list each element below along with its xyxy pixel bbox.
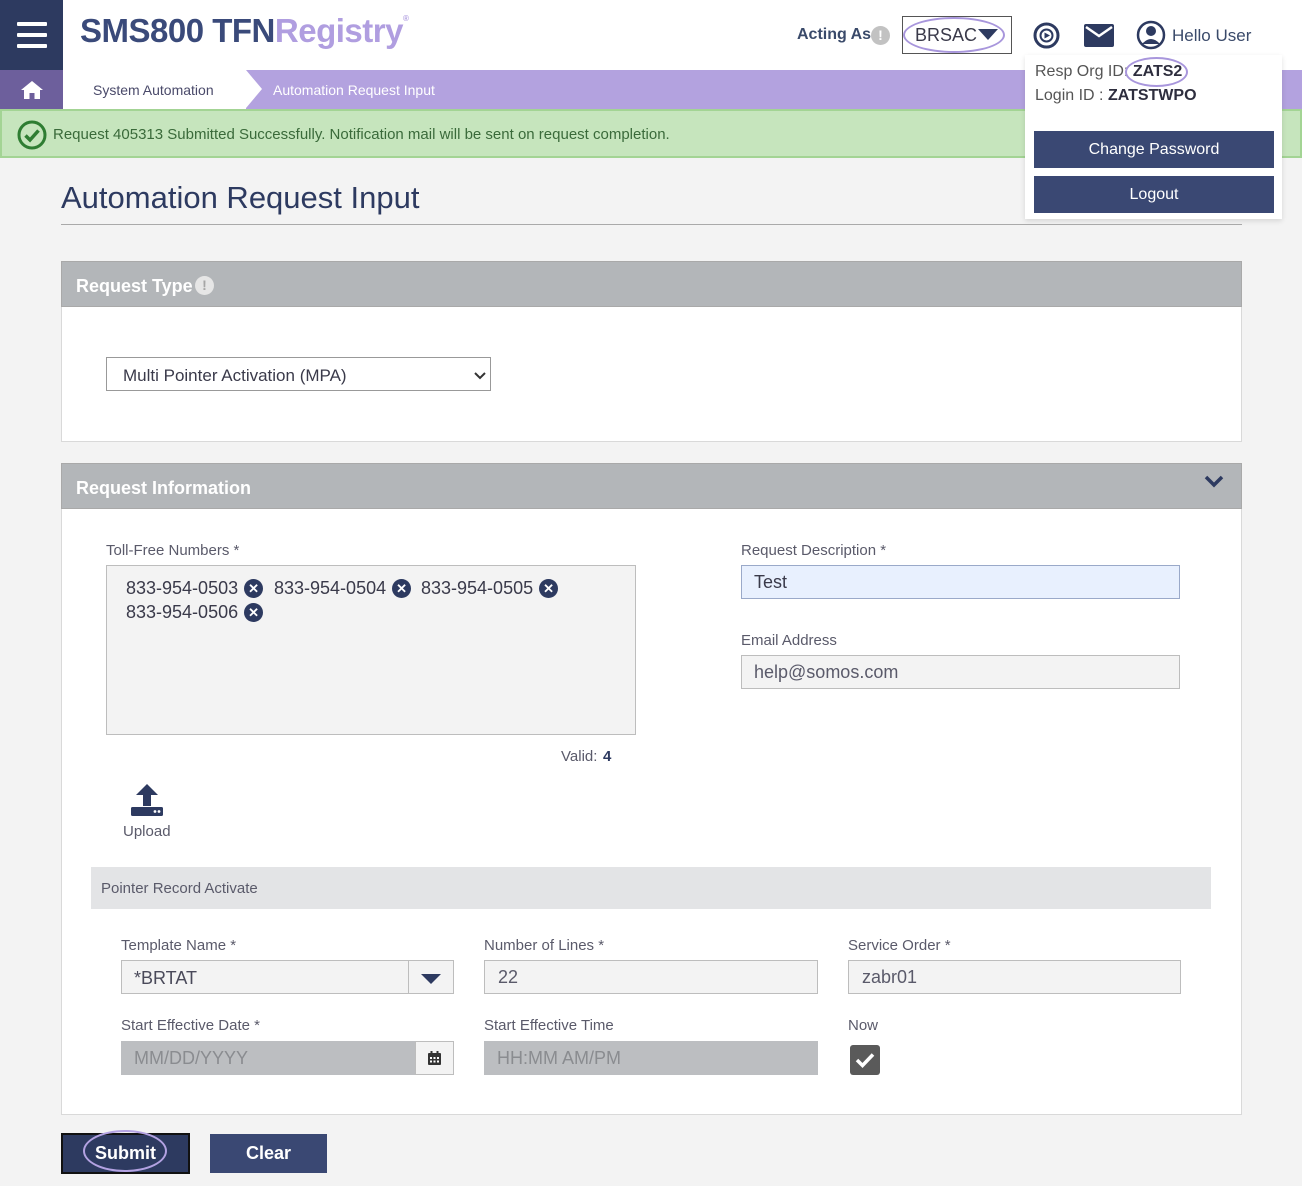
app-logo[interactable]: SMS800 TFNRegistry® xyxy=(80,12,409,50)
service-order-label: Service Order * xyxy=(848,937,951,954)
info-icon[interactable]: ! xyxy=(195,276,214,295)
start-effective-date-label: Start Effective Date * xyxy=(121,1017,260,1034)
check-circle-icon xyxy=(17,120,47,155)
divider xyxy=(61,224,1242,225)
valid-count-label: Valid: xyxy=(561,748,598,765)
tfn-chip: 833-954-0504 ✕ xyxy=(274,578,412,599)
login-id-label: Login ID : xyxy=(1035,87,1104,104)
menu-icon-bar xyxy=(16,22,47,26)
resp-org-label: Resp Org ID: xyxy=(1035,63,1129,80)
tfn-value: 833-954-0504 xyxy=(274,578,387,598)
request-type-header xyxy=(61,261,1242,307)
request-description-label: Request Description * xyxy=(741,542,887,559)
breadcrumb-separator xyxy=(246,70,262,108)
change-password-button[interactable]: Change Password xyxy=(1034,131,1274,168)
play-circle-icon[interactable] xyxy=(1033,22,1060,54)
remove-icon[interactable]: ✕ xyxy=(244,603,264,622)
caret-down-icon[interactable] xyxy=(421,974,441,984)
breadcrumb-current-page: Automation Request Input xyxy=(273,82,435,98)
registered-mark: ® xyxy=(402,14,409,23)
remove-icon[interactable]: ✕ xyxy=(244,579,264,598)
number-of-lines-field[interactable]: 22 xyxy=(484,960,818,994)
tfn-chip: 833-954-0506 ✕ xyxy=(126,602,264,623)
request-description-field[interactable]: Test xyxy=(741,565,1180,599)
user-greeting[interactable]: Hello User xyxy=(1172,26,1251,46)
resp-org-value: ZATS2 xyxy=(1132,63,1183,80)
resp-org-info: Resp Org ID: ZATS2 xyxy=(1035,63,1182,81)
acting-as-label: Acting As xyxy=(797,26,872,43)
caret-down-icon xyxy=(978,29,998,40)
tfn-value: 833-954-0506 xyxy=(126,602,239,622)
login-id-value: ZATSTWPO xyxy=(1107,87,1197,104)
email-field[interactable]: help@somos.com xyxy=(741,655,1180,689)
now-label: Now xyxy=(848,1017,879,1034)
clear-button[interactable]: Clear xyxy=(210,1134,327,1173)
valid-count-value: 4 xyxy=(603,748,612,765)
login-id-info: Login ID : ZATSTWPO xyxy=(1035,87,1197,105)
checkmark-icon xyxy=(855,1053,875,1068)
pointer-record-heading: Pointer Record Activate xyxy=(101,880,258,897)
chevron-down-icon[interactable] xyxy=(1204,475,1224,494)
upload-label: Upload xyxy=(123,823,171,840)
service-order-field[interactable]: zabr01 xyxy=(848,960,1181,994)
breadcrumb-system-automation[interactable]: System Automation xyxy=(93,82,214,98)
template-name-label: Template Name * xyxy=(121,937,237,954)
now-checkbox[interactable] xyxy=(850,1045,880,1075)
page-title: Automation Request Input xyxy=(61,180,420,215)
chevron-down-icon xyxy=(474,367,486,385)
request-type-value: Multi Pointer Activation (MPA) xyxy=(123,366,347,385)
menu-icon-bar xyxy=(16,44,47,48)
remove-icon[interactable]: ✕ xyxy=(392,579,412,598)
tfn-label: Toll-Free Numbers * xyxy=(106,542,240,559)
logout-button[interactable]: Logout xyxy=(1034,176,1274,213)
calendar-button[interactable] xyxy=(415,1041,454,1075)
tfn-value: 833-954-0503 xyxy=(126,578,239,598)
upload-icon xyxy=(129,784,165,823)
start-effective-time-field[interactable]: HH:MM AM/PM xyxy=(484,1041,818,1075)
tfn-value: 833-954-0505 xyxy=(421,578,534,598)
request-information-heading: Request Information xyxy=(76,478,252,498)
home-button[interactable] xyxy=(0,70,63,109)
email-address-label: Email Address xyxy=(741,632,837,649)
request-type-heading: Request Type xyxy=(76,276,193,296)
success-message: Request 405313 Submitted Successfully. N… xyxy=(53,126,670,143)
calendar-icon xyxy=(428,1051,441,1065)
tfn-chip: 833-954-0505 ✕ xyxy=(421,578,559,599)
mail-icon[interactable] xyxy=(1084,24,1114,52)
pointer-record-section xyxy=(91,867,1211,909)
divider xyxy=(408,961,409,993)
remove-icon[interactable]: ✕ xyxy=(539,579,559,598)
logo-text-secondary: Registry xyxy=(274,12,404,49)
home-icon xyxy=(20,80,43,99)
start-effective-time-label: Start Effective Time xyxy=(484,1017,614,1034)
info-icon[interactable]: ! xyxy=(871,26,890,45)
menu-button[interactable] xyxy=(0,0,63,70)
user-circle-icon[interactable] xyxy=(1136,20,1166,55)
logo-text-primary: SMS800 TFN xyxy=(80,12,275,49)
template-name-value: *BRTAT xyxy=(134,968,198,988)
submit-button[interactable]: Submit xyxy=(61,1133,190,1174)
number-of-lines-label: Number of Lines * xyxy=(484,937,605,954)
menu-icon-bar xyxy=(16,33,47,37)
acting-as-value: BRSAC xyxy=(915,25,978,45)
tfn-chip: 833-954-0503 ✕ xyxy=(126,578,264,599)
start-effective-date-field[interactable]: MM/DD/YYYY xyxy=(121,1041,415,1075)
